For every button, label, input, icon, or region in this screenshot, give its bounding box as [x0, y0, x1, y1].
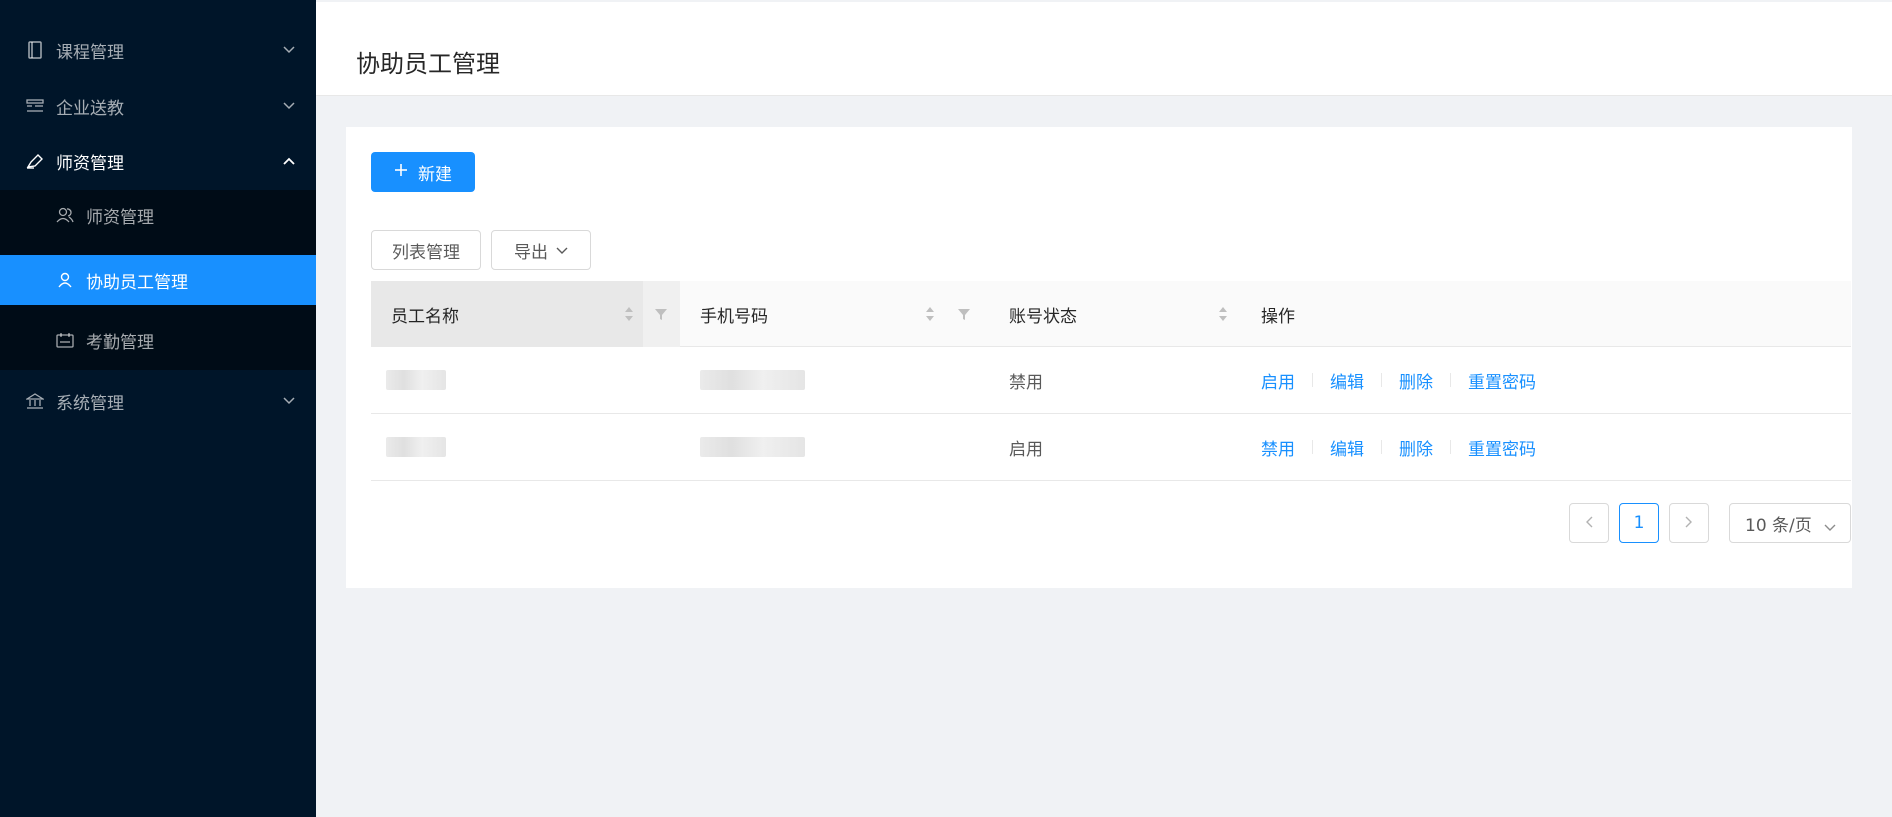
delete-link[interactable]: 删除: [1399, 435, 1433, 460]
column-filter-name[interactable]: [643, 281, 680, 347]
sort-icon[interactable]: [1217, 304, 1229, 324]
cell-status: 禁用: [1009, 372, 1043, 393]
prev-page-button[interactable]: [1569, 503, 1609, 543]
highlight-icon: [25, 151, 45, 171]
cell-phone: [700, 414, 960, 480]
page-header: 协助员工管理: [316, 0, 1892, 96]
row-actions: 禁用 编辑 删除 重置密码: [1261, 414, 1536, 480]
divider: [1381, 440, 1382, 454]
column-title: 操作: [1261, 306, 1295, 327]
new-button[interactable]: 新建: [371, 152, 475, 192]
cell-name: [386, 347, 646, 413]
user-icon: [55, 270, 75, 290]
sort-icon[interactable]: [623, 304, 635, 324]
column-title: 账号状态: [1009, 306, 1077, 327]
sidebar: 课程管理 企业送教 师资管理 师资管理 协助员工管理 考勤管理 系统管理: [0, 0, 316, 817]
column-header-name[interactable]: 员工名称: [371, 281, 643, 347]
chevron-down-icon: [282, 43, 296, 57]
chevron-right-icon: [1685, 513, 1693, 533]
divider: [1312, 373, 1313, 387]
cell-name: [386, 414, 646, 480]
delete-link[interactable]: 删除: [1399, 368, 1433, 393]
row-actions: 启用 编辑 删除 重置密码: [1261, 347, 1536, 413]
chevron-up-icon: [282, 154, 296, 168]
chevron-down-icon: [556, 240, 568, 260]
disable-link[interactable]: 禁用: [1261, 435, 1295, 460]
sort-icon[interactable]: [924, 304, 936, 324]
filter-icon[interactable]: [957, 307, 971, 321]
menu-item-system[interactable]: 系统管理: [0, 377, 316, 425]
page-size-select[interactable]: 10 条/页: [1729, 503, 1851, 543]
team-icon: [55, 205, 75, 225]
filter-icon[interactable]: [654, 307, 668, 321]
column-header-phone[interactable]: 手机号码: [680, 281, 989, 347]
list-icon: [25, 96, 45, 116]
menu-item-course[interactable]: 课程管理: [0, 26, 316, 74]
menu-item-label: 课程管理: [56, 42, 124, 63]
cell-status: 启用: [1009, 439, 1043, 460]
sidebar-item-faculty[interactable]: 师资管理: [0, 190, 316, 240]
edit-link[interactable]: 编辑: [1330, 368, 1364, 393]
table-row: 禁用 启用 编辑 删除 重置密码: [371, 347, 1851, 414]
column-header-actions: 操作: [1241, 281, 1851, 347]
reset-password-link[interactable]: 重置密码: [1468, 368, 1536, 393]
cell-phone: [700, 347, 960, 413]
export-label: 导出: [514, 242, 548, 263]
page-button-1[interactable]: 1: [1619, 503, 1659, 543]
chevron-down-icon: [282, 394, 296, 408]
list-manage-button[interactable]: 列表管理: [371, 230, 481, 270]
calendar-icon: [55, 330, 75, 350]
masked-phone: [700, 370, 805, 390]
table-header: 员工名称 手机号码 账号状态 操作: [371, 281, 1851, 347]
sidebar-item-label: 师资管理: [86, 207, 154, 228]
book-icon: [25, 40, 45, 60]
divider: [1450, 373, 1451, 387]
column-title: 手机号码: [700, 306, 768, 327]
menu-item-faculty[interactable]: 师资管理: [0, 137, 316, 185]
column-header-status[interactable]: 账号状态: [989, 281, 1241, 347]
menu-item-label: 师资管理: [56, 153, 124, 174]
column-title: 员工名称: [391, 306, 459, 327]
sidebar-item-attendance[interactable]: 考勤管理: [0, 315, 316, 365]
sidebar-item-label: 考勤管理: [86, 332, 154, 353]
chevron-left-icon: [1585, 513, 1593, 533]
list-manage-label: 列表管理: [392, 242, 460, 263]
export-button[interactable]: 导出: [491, 230, 591, 270]
page-title: 协助员工管理: [356, 50, 500, 78]
sidebar-item-assistant-staff[interactable]: 协助员工管理: [0, 255, 316, 305]
new-button-label: 新建: [418, 164, 452, 185]
page-size-value: 10 条/页: [1745, 515, 1812, 536]
chevron-down-icon: [282, 99, 296, 113]
chevron-down-icon: [1824, 517, 1836, 537]
masked-name: [386, 437, 446, 457]
divider: [1450, 440, 1451, 454]
divider: [1312, 440, 1313, 454]
menu-item-label: 企业送教: [56, 98, 124, 119]
next-page-button[interactable]: [1669, 503, 1709, 543]
content-card: 新建 列表管理 导出 员工名称 手机号码 账号状态 操作 禁用 启用 编辑 删除…: [346, 127, 1852, 588]
bank-icon: [25, 391, 45, 411]
edit-link[interactable]: 编辑: [1330, 435, 1364, 460]
faculty-submenu: 师资管理 协助员工管理 考勤管理: [0, 190, 316, 370]
enable-link[interactable]: 启用: [1261, 368, 1295, 393]
masked-phone: [700, 437, 805, 457]
reset-password-link[interactable]: 重置密码: [1468, 435, 1536, 460]
masked-name: [386, 370, 446, 390]
table-row: 启用 禁用 编辑 删除 重置密码: [371, 414, 1851, 481]
divider: [1381, 373, 1382, 387]
menu-item-label: 系统管理: [56, 393, 124, 414]
menu-item-enterprise[interactable]: 企业送教: [0, 82, 316, 130]
plus-icon: [394, 162, 408, 182]
sidebar-item-label: 协助员工管理: [86, 272, 188, 293]
